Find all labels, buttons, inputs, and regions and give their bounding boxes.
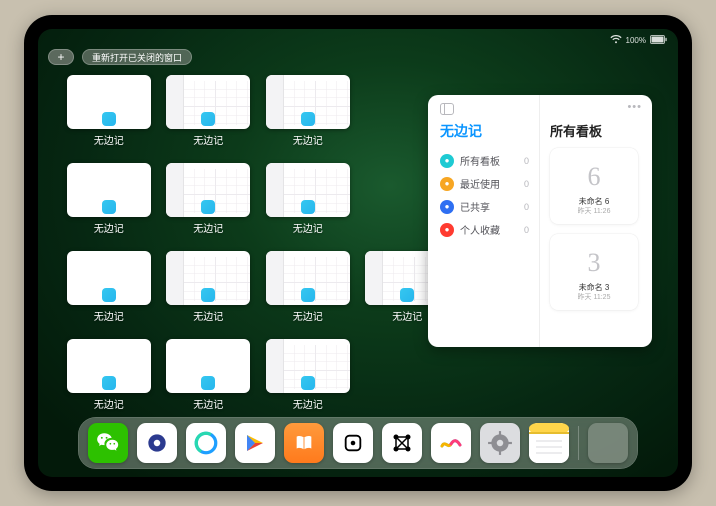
sidebar-item-count: 0 [524,179,529,189]
sidebar-item[interactable]: ● 个人收藏 0 [440,218,529,241]
more-icon[interactable]: ••• [627,101,642,113]
wifi-icon [610,35,622,46]
sidebar-item-count: 0 [524,156,529,166]
window-label: 无边记 [293,220,323,235]
board-thumbnail[interactable]: 3 未命名 3 昨天 11:25 [550,234,638,310]
plus-icon: + [57,51,64,63]
window-label: 无边记 [293,308,323,323]
sidebar-item[interactable]: ● 已共享 0 [440,195,529,218]
category-icon: ● [440,223,454,237]
window-thumbnail [67,251,151,305]
stage-window[interactable]: 无边记 [66,339,152,417]
sidebar-item-label: 最近使用 [460,176,500,191]
reopen-closed-window-button[interactable]: 重新打开已关闭的窗口 [82,49,192,65]
window-label: 无边记 [193,308,223,323]
sidebar-item-label: 已共享 [460,199,490,214]
dock-app-play[interactable] [235,423,275,463]
stage-window[interactable]: 无边记 [265,163,351,241]
window-label: 无边记 [293,132,323,147]
dock-app-books[interactable] [284,423,324,463]
ipad-frame: 100% + 重新打开已关闭的窗口 无边记无边记无边记无边记无边记无边记无边记无… [24,15,692,491]
dock-app-quark[interactable] [137,423,177,463]
stage-window[interactable]: 无边记 [166,163,252,241]
stage-manager-grid: 无边记无边记无边记无边记无边记无边记无边记无边记无边记无边记无边记无边记无边记 [66,75,450,405]
category-icon: ● [440,154,454,168]
dock-separator [578,426,579,460]
board-time: 昨天 11:26 [578,206,611,216]
dock-app-settings[interactable] [480,423,520,463]
dock-app-freeform[interactable] [431,423,471,463]
new-window-button[interactable]: + [48,49,74,65]
window-label: 无边记 [94,220,124,235]
window-label: 无边记 [293,396,323,411]
sidebar-item-label: 所有看板 [460,153,500,168]
panel-sidebar: 无边记 ● 所有看板 0● 最近使用 0● 已共享 0● 个人收藏 0 [428,95,540,347]
stage-window[interactable]: 无边记 [66,75,152,153]
window-thumbnail [266,163,350,217]
battery-text: 100% [626,36,646,45]
board-preview: 3 [572,242,616,284]
panel-content: 所有看板 6 未命名 6 昨天 11:26 3 未命名 3 昨天 11:25 [540,95,652,347]
dock-recent-folder[interactable] [588,423,628,463]
stage-window[interactable]: 无边记 [66,251,152,329]
window-label: 无边记 [193,396,223,411]
panel-right-title: 所有看板 [550,121,642,140]
window-label: 无边记 [94,132,124,147]
sidebar-toggle-icon[interactable] [440,103,454,115]
sidebar-item-count: 0 [524,225,529,235]
window-label: 无边记 [94,308,124,323]
board-title: 未命名 6 [579,198,610,207]
reopen-label: 重新打开已关闭的窗口 [92,53,182,63]
dock-app-dice[interactable] [333,423,373,463]
dock-app-qqbrowser[interactable] [186,423,226,463]
stage-window[interactable]: 无边记 [265,75,351,153]
stage-window[interactable]: 无边记 [66,163,152,241]
window-thumbnail [166,163,250,217]
stage-window[interactable]: 无边记 [265,339,351,417]
sidebar-item[interactable]: ● 所有看板 0 [440,149,529,172]
status-bar: 100% [38,33,668,47]
panel-title: 无边记 [440,121,529,141]
stage-window[interactable]: 无边记 [166,75,252,153]
board-preview: 6 [572,156,616,198]
category-icon: ● [440,200,454,214]
freeform-panel[interactable]: ••• 无边记 ● 所有看板 0● 最近使用 0● 已共享 0● 个人收藏 0 … [428,95,652,347]
window-label: 无边记 [94,396,124,411]
stage-window[interactable]: 无边记 [166,251,252,329]
window-thumbnail [266,339,350,393]
battery-icon [650,35,668,46]
screen: 100% + 重新打开已关闭的窗口 无边记无边记无边记无边记无边记无边记无边记无… [38,29,678,477]
window-thumbnail [166,339,250,393]
dock [78,417,638,469]
window-thumbnail [67,163,151,217]
window-thumbnail [67,339,151,393]
board-time: 昨天 11:25 [578,292,611,302]
dock-app-wechat[interactable] [88,423,128,463]
top-bar: + 重新打开已关闭的窗口 [48,49,192,65]
window-thumbnail [266,251,350,305]
sidebar-item-label: 个人收藏 [460,222,500,237]
dock-app-notes[interactable] [529,423,569,463]
board-thumbnail[interactable]: 6 未命名 6 昨天 11:26 [550,148,638,224]
dock-app-nodes[interactable] [382,423,422,463]
window-thumbnail [266,75,350,129]
sidebar-item-count: 0 [524,202,529,212]
window-thumbnail [166,251,250,305]
category-icon: ● [440,177,454,191]
window-label: 无边记 [392,308,422,323]
window-thumbnail [166,75,250,129]
stage-window[interactable]: 无边记 [265,251,351,329]
window-label: 无边记 [193,132,223,147]
board-title: 未命名 3 [579,284,610,293]
sidebar-item[interactable]: ● 最近使用 0 [440,172,529,195]
window-thumbnail [67,75,151,129]
window-label: 无边记 [193,220,223,235]
stage-window[interactable]: 无边记 [166,339,252,417]
